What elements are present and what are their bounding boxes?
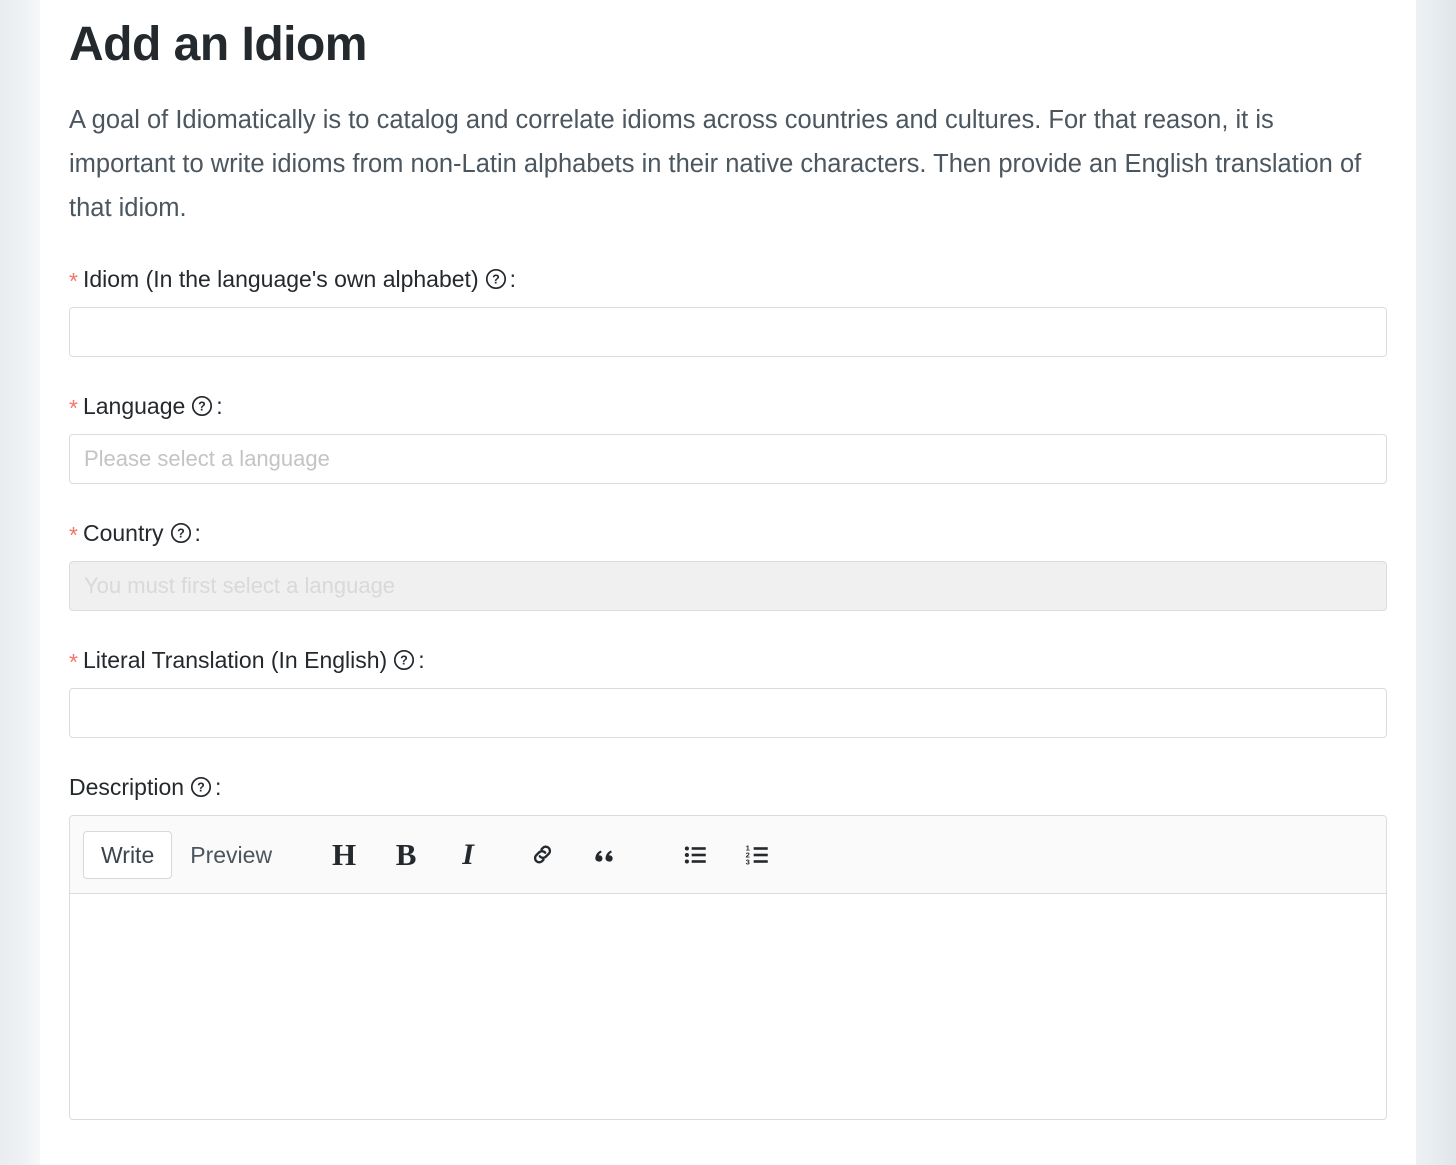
ordered-list-icon[interactable]: 1 2 3: [738, 833, 778, 877]
field-idiom-colon: :: [509, 266, 516, 292]
page-gutter-right: [1416, 0, 1456, 1165]
field-country-label: * Country?:: [69, 518, 1387, 548]
tab-write[interactable]: Write: [83, 830, 173, 879]
unordered-list-icon[interactable]: [676, 833, 716, 877]
literal-translation-input[interactable]: [69, 688, 1387, 738]
field-country-label-text: Country: [82, 520, 164, 546]
svg-text:?: ?: [400, 654, 408, 668]
intro-paragraph: A goal of Idiomatically is to catalog an…: [69, 106, 1362, 222]
italic-icon[interactable]: I: [448, 833, 488, 877]
required-marker: *: [69, 268, 78, 294]
field-language: * Language?:: [69, 391, 1387, 484]
question-circle-icon[interactable]: ?: [190, 776, 212, 798]
question-circle-icon[interactable]: ?: [170, 522, 192, 544]
country-select-input: [69, 561, 1387, 611]
page-title: Add an Idiom: [69, 18, 367, 71]
link-icon[interactable]: [522, 833, 562, 877]
svg-text:?: ?: [177, 527, 185, 541]
field-idiom-label: * Idiom (In the language's own alphabet)?…: [69, 264, 1387, 294]
field-language-label-text: Language: [82, 393, 186, 419]
bold-icon[interactable]: B: [386, 833, 426, 877]
required-marker: *: [69, 522, 78, 548]
field-description: Description?: Write Preview H B I 1 2 3: [69, 772, 1387, 1120]
field-description-label: Description?:: [69, 772, 1387, 802]
field-literal-translation-label-text: Literal Translation (In English): [82, 647, 388, 673]
markdown-editor: Write Preview H B I 1 2 3: [69, 815, 1387, 1120]
language-select-input[interactable]: [69, 434, 1387, 484]
field-description-colon: :: [215, 774, 222, 800]
tab-preview[interactable]: Preview: [172, 831, 290, 879]
svg-text:?: ?: [492, 273, 500, 287]
field-literal-translation: * Literal Translation (In English)?:: [69, 645, 1387, 738]
page-viewport: Add an Idiom A goal of Idiomatically is …: [0, 0, 1456, 1165]
field-description-label-text: Description: [69, 774, 185, 800]
page-gutter-left: [0, 0, 40, 1165]
field-country: * Country?:: [69, 518, 1387, 611]
required-marker: *: [69, 395, 78, 421]
heading-icon[interactable]: H: [324, 833, 364, 877]
field-literal-translation-label: * Literal Translation (In English)?:: [69, 645, 1387, 675]
required-marker: *: [69, 649, 78, 675]
svg-text:?: ?: [198, 400, 206, 414]
field-idiom: * Idiom (In the language's own alphabet)?…: [69, 264, 1387, 357]
field-language-label: * Language?:: [69, 391, 1387, 421]
text-style-tool-group: H B I: [324, 833, 488, 877]
insert-tool-group: [522, 833, 624, 877]
idiom-input[interactable]: [69, 307, 1387, 357]
svg-text:?: ?: [197, 781, 205, 795]
question-circle-icon[interactable]: ?: [191, 395, 213, 417]
markdown-toolbar: Write Preview H B I 1 2 3: [70, 816, 1386, 894]
field-idiom-label-text: Idiom (In the language's own alphabet): [82, 266, 479, 292]
description-textarea[interactable]: [70, 894, 1386, 1114]
field-country-colon: :: [194, 520, 201, 546]
quote-icon[interactable]: [584, 833, 624, 877]
field-literal-translation-colon: :: [418, 647, 425, 673]
question-circle-icon[interactable]: ?: [393, 649, 415, 671]
field-language-colon: :: [216, 393, 223, 419]
list-tool-group: 1 2 3: [676, 833, 778, 877]
svg-text:3: 3: [746, 857, 750, 866]
question-circle-icon[interactable]: ?: [485, 268, 507, 290]
form-sheet: Add an Idiom A goal of Idiomatically is …: [40, 0, 1416, 1165]
